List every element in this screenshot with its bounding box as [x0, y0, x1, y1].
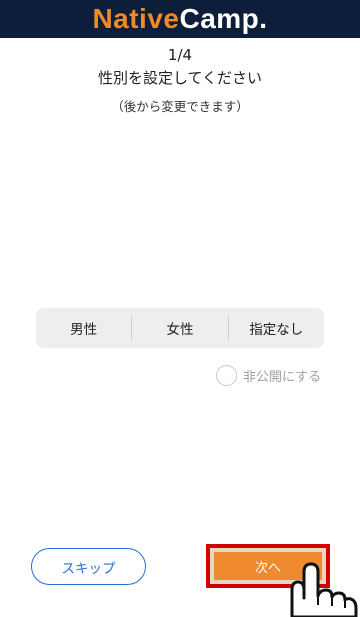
nativecamp-logo: NativeCamp.: [92, 5, 267, 33]
page-subtitle: （後から変更できます）: [111, 99, 249, 114]
private-label: 非公開にする: [243, 369, 322, 385]
logo-camp-text: Camp.: [179, 3, 268, 34]
step-indicator: 1/4: [167, 46, 193, 64]
private-radio[interactable]: [216, 364, 237, 386]
gender-option-unspecified[interactable]: 指定なし: [229, 308, 324, 348]
gender-option-male[interactable]: 男性: [36, 308, 131, 348]
logo-native-text: Native: [92, 3, 180, 34]
gender-option-female[interactable]: 女性: [132, 308, 227, 348]
skip-button[interactable]: スキップ: [31, 548, 146, 585]
page-title: 性別を設定してください: [97, 69, 263, 87]
pointing-hand-icon: [290, 562, 358, 617]
private-option[interactable]: 非公開にする: [216, 364, 321, 386]
gender-selector: 男性 女性 指定なし: [36, 308, 324, 348]
app-header: NativeCamp.: [0, 0, 360, 38]
